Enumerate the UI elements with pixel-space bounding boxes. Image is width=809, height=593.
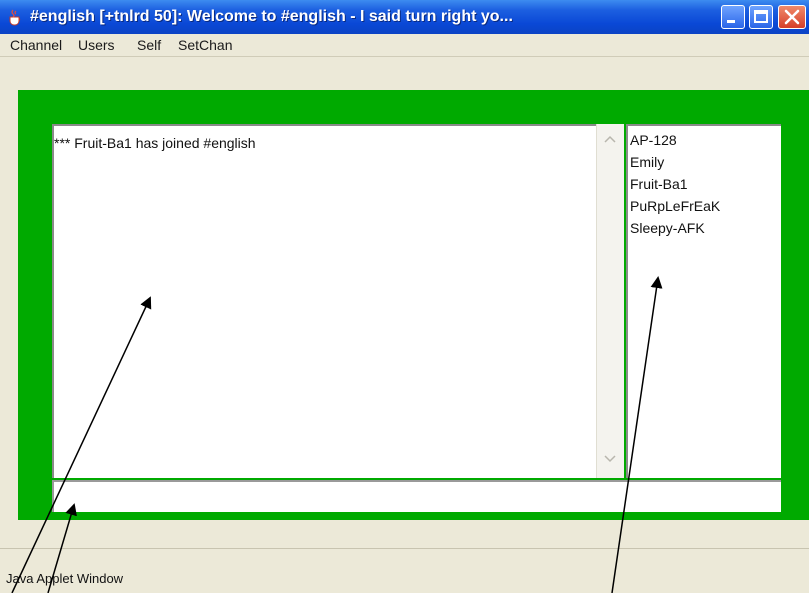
message-input[interactable] [52, 480, 781, 512]
user-list[interactable]: AP-128 Emily Fruit-Ba1 PuRpLeFrEaK Sleep… [626, 124, 781, 478]
applet-window: #english [+tnlrd 50]: Welcome to #englis… [0, 0, 809, 593]
close-button[interactable] [778, 5, 806, 29]
maximize-button[interactable] [749, 5, 773, 29]
chat-message: *** Fruit-Ba1 has joined #english [54, 135, 256, 151]
status-bar: Java Applet Window [0, 548, 809, 593]
menu-users[interactable]: Users [78, 37, 115, 53]
menu-bar: Channel Users Self SetChan [0, 34, 809, 57]
chevron-up-icon[interactable] [602, 132, 618, 146]
close-icon [784, 9, 800, 25]
chat-message-area[interactable]: *** Fruit-Ba1 has joined #english [52, 124, 596, 478]
menu-setchan[interactable]: SetChan [178, 37, 232, 53]
java-cup-icon[interactable] [6, 8, 24, 26]
user-list-item[interactable]: Sleepy-AFK [630, 220, 705, 236]
user-list-item[interactable]: Fruit-Ba1 [630, 176, 688, 192]
window-title: #english [+tnlrd 50]: Welcome to #englis… [30, 8, 513, 25]
chevron-down-icon[interactable] [602, 452, 618, 466]
user-list-item[interactable]: AP-128 [630, 132, 677, 148]
minimize-icon [727, 20, 735, 23]
menu-self[interactable]: Self [137, 37, 161, 53]
minimize-button[interactable] [721, 5, 745, 29]
menu-channel[interactable]: Channel [10, 37, 62, 53]
user-list-item[interactable]: PuRpLeFrEaK [630, 198, 720, 214]
chat-scrollbar[interactable] [596, 124, 624, 478]
user-list-item[interactable]: Emily [630, 154, 664, 170]
status-text: Java Applet Window [6, 571, 124, 586]
maximize-icon [754, 10, 768, 23]
title-bar[interactable]: #english [+tnlrd 50]: Welcome to #englis… [0, 0, 809, 35]
